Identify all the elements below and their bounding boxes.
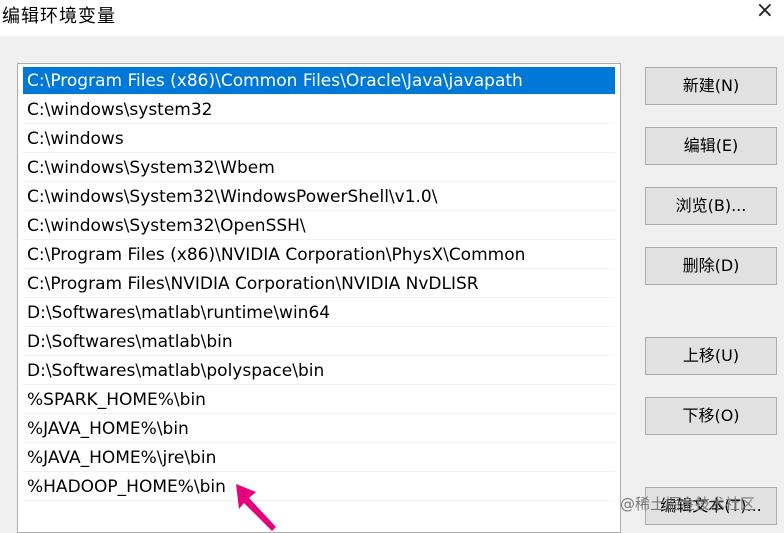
- annotation-arrow-icon: [236, 484, 276, 531]
- path-list-item[interactable]: D:\Softwares\matlab\polyspace\bin: [23, 357, 615, 385]
- path-list-item[interactable]: D:\Softwares\matlab\runtime\win64: [23, 299, 615, 327]
- browse-button[interactable]: 浏览(B)...: [645, 187, 777, 225]
- path-list-item[interactable]: C:\Program Files (x86)\NVIDIA Corporatio…: [23, 241, 615, 269]
- new-button[interactable]: 新建(N): [645, 67, 777, 105]
- path-list-item[interactable]: %HADOOP_HOME%\bin: [23, 473, 615, 501]
- path-listbox[interactable]: C:\Program Files (x86)\Common Files\Orac…: [17, 63, 621, 533]
- path-list-item[interactable]: C:\Program Files\NVIDIA Corporation\NVID…: [23, 270, 615, 298]
- title-bar: 编辑环境变量 ×: [0, 0, 784, 36]
- path-list-item[interactable]: C:\Program Files (x86)\Common Files\Orac…: [23, 67, 615, 95]
- move-up-button[interactable]: 上移(U): [645, 337, 777, 375]
- path-list-item[interactable]: %JAVA_HOME%\jre\bin: [23, 444, 615, 472]
- path-list-item[interactable]: C:\windows\system32: [23, 96, 615, 124]
- path-list-item[interactable]: C:\windows\System32\Wbem: [23, 154, 615, 182]
- move-down-button[interactable]: 下移(O): [645, 397, 777, 435]
- path-list-item[interactable]: C:\windows: [23, 125, 615, 153]
- path-list-item[interactable]: C:\windows\System32\WindowsPowerShell\v1…: [23, 183, 615, 211]
- window-title: 编辑环境变量: [2, 6, 116, 27]
- close-icon[interactable]: ×: [756, 0, 774, 23]
- path-list-item[interactable]: C:\windows\System32\OpenSSH\: [23, 212, 615, 240]
- path-list-item[interactable]: %JAVA_HOME%\bin: [23, 415, 615, 443]
- watermark: @稀土掘金技术社区: [620, 495, 756, 513]
- delete-button[interactable]: 删除(D): [645, 247, 777, 285]
- edit-button[interactable]: 编辑(E): [645, 127, 777, 165]
- path-list-item[interactable]: %SPARK_HOME%\bin: [23, 386, 615, 414]
- path-list-item[interactable]: D:\Softwares\matlab\bin: [23, 328, 615, 356]
